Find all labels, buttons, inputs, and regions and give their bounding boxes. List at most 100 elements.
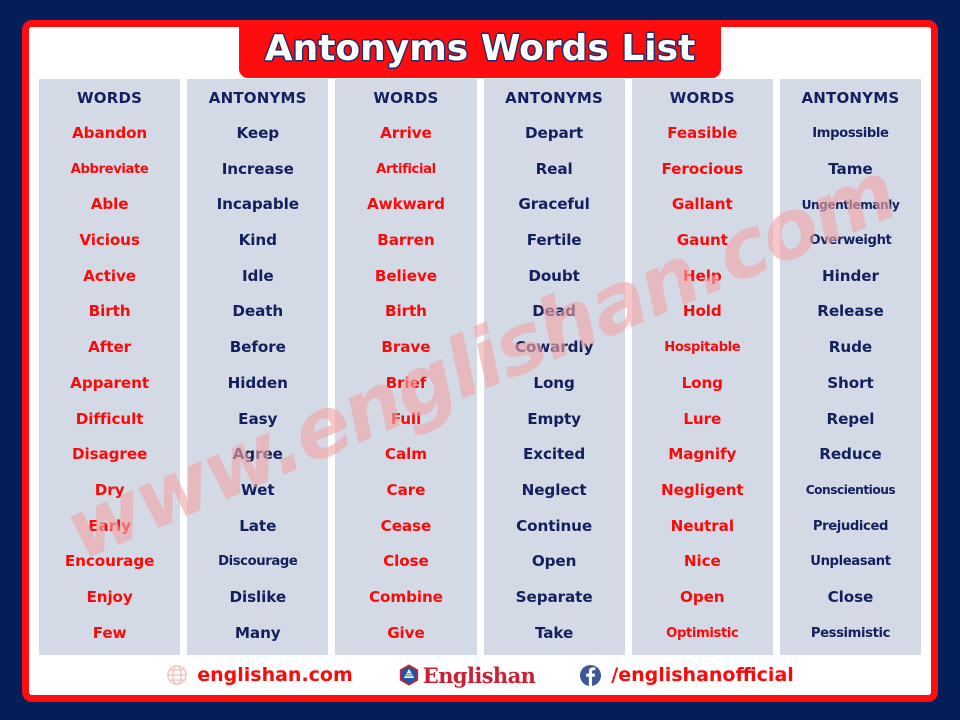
footer-facebook-label: /englishanofficial — [611, 664, 794, 686]
globe-icon — [167, 665, 187, 685]
table-cell: Dislike — [229, 587, 287, 606]
poster-card: Antonyms Words List WORDS Abandon Abbrevia… — [22, 20, 938, 702]
table-cell: Open — [680, 587, 725, 606]
table-cell: Help — [682, 266, 722, 285]
table-column-5: WORDS Feasible Ferocious Gallant Gaunt Help Ho… — [631, 79, 773, 655]
table-cell: Difficult — [75, 409, 144, 428]
table-cell: Brief — [385, 373, 427, 392]
title-banner: Antonyms Words List — [238, 27, 722, 78]
table-column-1: WORDS Abandon Abbreviate Able Vicious Active B… — [39, 79, 181, 655]
table-cell: Death — [232, 302, 284, 321]
table-cell: Negligent — [660, 480, 744, 499]
table-cell: Nice — [683, 552, 721, 571]
table-cell: Discourage — [218, 554, 298, 570]
table-cell: Care — [386, 480, 426, 499]
table-cell: Gallant — [671, 195, 733, 214]
table-cell: Abbreviate — [70, 161, 149, 177]
table-cell: Overweight — [809, 233, 892, 249]
column-header: ANTONYMS — [505, 89, 604, 108]
table-cell: Encourage — [64, 552, 155, 571]
table-cell: Close — [827, 587, 874, 606]
table-cell: Arrive — [380, 124, 432, 143]
table-cell: Hidden — [227, 373, 288, 392]
table-cell: Take — [534, 623, 574, 642]
table-cell: Birth — [385, 302, 427, 321]
table-cell: Repel — [826, 409, 875, 428]
footer: englishan.com Englishan /englishanoffici… — [29, 655, 931, 695]
table-cell: Wet — [241, 480, 275, 499]
table-cell: Idle — [241, 266, 274, 285]
table-cell: Gaunt — [676, 231, 728, 250]
table-cell: Artificial — [376, 161, 436, 177]
table-cell: Agree — [232, 445, 283, 464]
table-cell: Vicious — [79, 231, 140, 250]
table-cell: Real — [535, 159, 573, 178]
title-zone: Antonyms Words List — [29, 27, 931, 79]
table-cell: Kind — [238, 231, 277, 250]
table-cell: Magnify — [668, 445, 737, 464]
table-cell: Believe — [374, 266, 437, 285]
table-cell: Many — [234, 623, 281, 642]
table-cell: Open — [531, 552, 577, 571]
table-cell: Enjoy — [86, 587, 133, 606]
table-cell: Able — [90, 195, 129, 214]
table-cell: Feasible — [667, 124, 738, 143]
table-cell: Short — [827, 373, 874, 392]
table-cell: Incapable — [216, 195, 299, 214]
footer-website[interactable]: englishan.com — [166, 664, 353, 686]
column-header: ANTONYMS — [801, 89, 900, 108]
table-cell: Tame — [828, 159, 873, 178]
table-cell: Disagree — [71, 445, 148, 464]
table-cell: After — [88, 338, 132, 357]
table-column-6: ANTONYMS Impossible Tame Ungentlemanly Overw… — [779, 79, 922, 655]
table-cell: Impossible — [812, 126, 889, 142]
table-cell: Brave — [381, 338, 431, 357]
table-cell: Long — [533, 373, 575, 392]
table-cell: Doubt — [528, 266, 580, 285]
antonyms-table: WORDS Abandon Abbreviate Able Vicious Active B… — [29, 79, 931, 655]
table-cell: Conscientious — [805, 483, 896, 498]
table-cell: Calm — [384, 445, 427, 464]
table-cell: Ungentlemanly — [801, 197, 900, 212]
column-header: WORDS — [77, 89, 143, 108]
table-cell: Depart — [525, 124, 584, 143]
table-cell: Graceful — [518, 195, 590, 214]
table-cell: Neglect — [521, 480, 587, 499]
table-cell: Lure — [683, 409, 722, 428]
table-cell: Abandon — [72, 124, 148, 143]
table-cell: Easy — [238, 409, 278, 428]
table-cell: Neutral — [670, 516, 734, 535]
facebook-icon — [580, 664, 602, 686]
table-cell: Increase — [221, 159, 294, 178]
table-cell: Dead — [532, 302, 576, 321]
table-cell: Hospitable — [664, 340, 741, 356]
table-cell: Fertile — [526, 231, 582, 250]
column-header: ANTONYMS — [208, 89, 307, 108]
table-cell: Rude — [828, 338, 873, 357]
table-cell: Before — [229, 338, 286, 357]
table-cell: Unpleasant — [810, 554, 891, 570]
table-cell: Close — [383, 552, 429, 571]
table-cell: Excited — [523, 445, 586, 464]
table-cell: Continue — [516, 516, 593, 535]
table-cell: Optimistic — [666, 625, 739, 641]
table-cell: Early — [88, 516, 131, 535]
footer-facebook[interactable]: /englishanofficial — [579, 664, 794, 687]
table-cell: Few — [92, 623, 127, 642]
table-cell: Reduce — [819, 445, 882, 464]
table-cell: Give — [387, 623, 425, 642]
table-cell: Release — [817, 302, 884, 321]
table-cell: Active — [83, 266, 136, 285]
table-cell: Barren — [377, 231, 435, 250]
table-cell: Combine — [368, 587, 443, 606]
table-column-2: ANTONYMS Keep Increase Incapable Kind Idle Dea… — [187, 79, 329, 655]
table-cell: Full — [390, 409, 422, 428]
table-cell: Cease — [380, 516, 432, 535]
footer-brand-label: Englishan — [422, 662, 536, 688]
table-cell: Late — [239, 516, 277, 535]
table-cell: Ferocious — [661, 159, 744, 178]
table-cell: Long — [681, 373, 724, 392]
footer-brand[interactable]: Englishan — [397, 662, 536, 688]
column-header: WORDS — [669, 89, 735, 108]
table-cell: Prejudiced — [812, 518, 889, 534]
